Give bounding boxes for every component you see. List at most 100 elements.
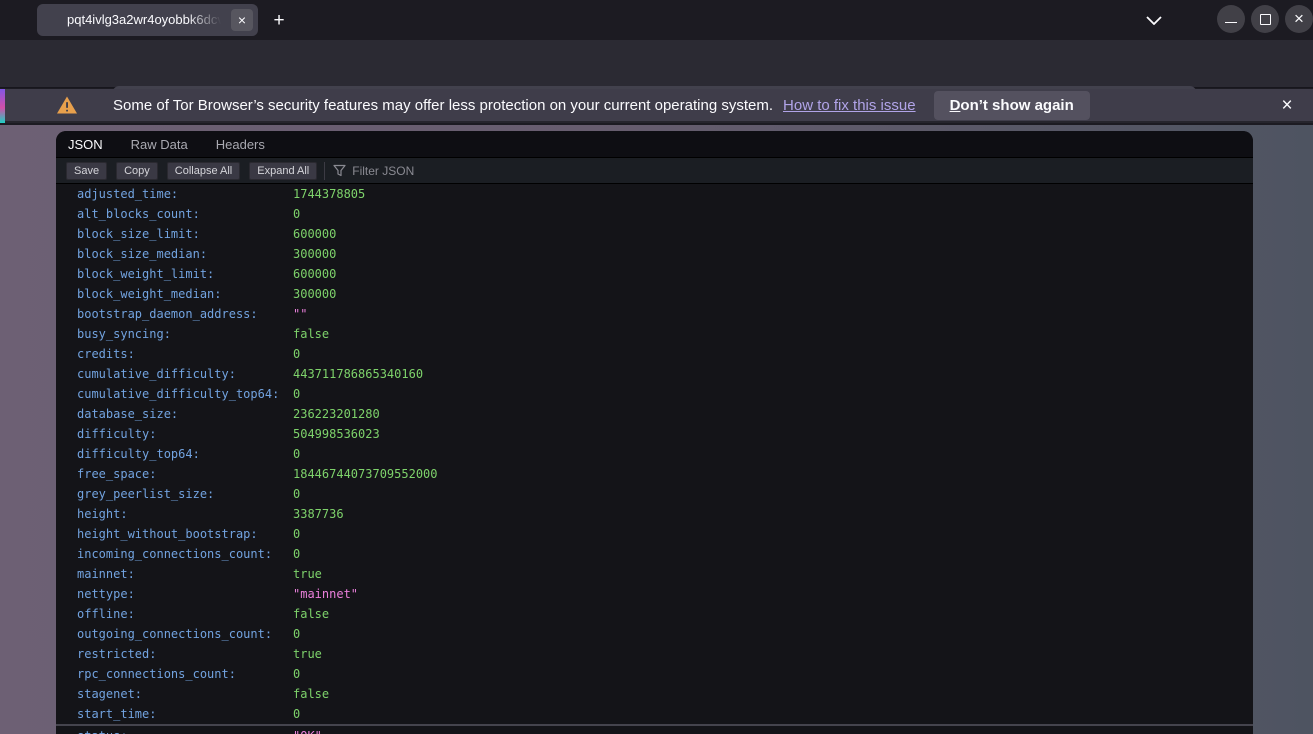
json-value: 600000 (293, 227, 336, 241)
json-value: 0 (293, 207, 300, 221)
window-maximize-button[interactable] (1251, 5, 1279, 33)
json-key: height_without_bootstrap: (77, 524, 293, 544)
json-value: 0 (293, 387, 300, 401)
json-key: stagenet: (77, 684, 293, 704)
notification-help-link[interactable]: How to fix this issue (783, 97, 916, 114)
json-row[interactable]: incoming_connections_count:0 (56, 544, 1253, 564)
window-close-button[interactable]: × (1285, 5, 1313, 33)
json-row[interactable]: difficulty:504998536023 (56, 424, 1253, 444)
json-row[interactable]: free_space:18446744073709552000 (56, 464, 1253, 484)
json-row[interactable]: credits:0 (56, 344, 1253, 364)
json-key: alt_blocks_count: (77, 204, 293, 224)
json-key: block_size_limit: (77, 224, 293, 244)
maximize-icon (1260, 14, 1271, 25)
notification-message: Some of Tor Browser’s security features … (113, 97, 773, 114)
json-value: 236223201280 (293, 407, 380, 421)
json-key: offline: (77, 604, 293, 624)
json-row[interactable]: height_without_bootstrap:0 (56, 524, 1253, 544)
json-key: nettype: (77, 584, 293, 604)
json-row[interactable]: cumulative_difficulty_top64:0 (56, 384, 1253, 404)
tab-json[interactable]: JSON (68, 137, 103, 152)
json-row[interactable]: block_size_median:300000 (56, 244, 1253, 264)
notification-accent-stripe (0, 89, 5, 123)
json-row[interactable]: offline:false (56, 604, 1253, 624)
json-key: incoming_connections_count: (77, 544, 293, 564)
json-row-partial[interactable]: status:"OK" (56, 726, 1253, 734)
json-value: 300000 (293, 247, 336, 261)
tab-title-wrap: pqt4ivlg3a2wr4oyobbk6dcvcfkkdyrwro3sbq2u… (67, 10, 227, 30)
json-key: start_time: (77, 704, 293, 724)
json-row[interactable]: start_time:0 (56, 704, 1253, 724)
filter-json-input[interactable] (352, 164, 652, 178)
json-viewer-tabs: JSON Raw Data Headers (56, 131, 1253, 158)
json-key: grey_peerlist_size: (77, 484, 293, 504)
json-row[interactable]: restricted:true (56, 644, 1253, 664)
dont-show-again-button[interactable]: Don’t show again (934, 91, 1090, 120)
json-value: 0 (293, 547, 300, 561)
json-viewer-toolbar: Save Copy Collapse All Expand All (56, 158, 1253, 184)
toolbar-separator (324, 162, 325, 180)
json-row[interactable]: busy_syncing:false (56, 324, 1253, 344)
copy-button[interactable]: Copy (116, 162, 158, 180)
warning-triangle-icon (56, 95, 78, 115)
json-row[interactable]: block_weight_median:300000 (56, 284, 1253, 304)
json-row[interactable]: rpc_connections_count:0 (56, 664, 1253, 684)
browser-tab[interactable]: pqt4ivlg3a2wr4oyobbk6dcvcfkkdyrwro3sbq2u… (37, 4, 258, 36)
browser-window: pqt4ivlg3a2wr4oyobbk6dcvcfkkdyrwro3sbq2u… (0, 0, 1313, 734)
json-value: 0 (293, 527, 300, 541)
json-row[interactable]: cumulative_difficulty:443711786865340160 (56, 364, 1253, 384)
json-row[interactable]: adjusted_time:1744378805 (56, 184, 1253, 204)
json-value: 504998536023 (293, 427, 380, 441)
json-key: busy_syncing: (77, 324, 293, 344)
json-key: block_weight_median: (77, 284, 293, 304)
json-key: difficulty: (77, 424, 293, 444)
json-row[interactable]: outgoing_connections_count:0 (56, 624, 1253, 644)
expand-all-button[interactable]: Expand All (249, 162, 317, 180)
collapse-all-button[interactable]: Collapse All (167, 162, 240, 180)
content-area: JSON Raw Data Headers Save Copy Collapse… (0, 125, 1313, 734)
json-value: true (293, 647, 322, 661)
tab-title-fade (187, 10, 227, 30)
json-key: status: (77, 726, 293, 734)
json-value: 0 (293, 667, 300, 681)
json-value: 600000 (293, 267, 336, 281)
json-row[interactable]: alt_blocks_count:0 (56, 204, 1253, 224)
json-value: "OK" (293, 729, 322, 734)
json-row[interactable]: block_size_limit:600000 (56, 224, 1253, 244)
json-value: "" (293, 307, 307, 321)
json-value: 0 (293, 627, 300, 641)
json-row[interactable]: mainnet:true (56, 564, 1253, 584)
json-key: cumulative_difficulty: (77, 364, 293, 384)
json-key: credits: (77, 344, 293, 364)
json-value: 300000 (293, 287, 336, 301)
json-key: bootstrap_daemon_address: (77, 304, 293, 324)
save-button[interactable]: Save (66, 162, 107, 180)
tab-headers[interactable]: Headers (216, 137, 265, 152)
json-value: 3387736 (293, 507, 344, 521)
json-row[interactable]: database_size:236223201280 (56, 404, 1253, 424)
new-tab-button[interactable]: + (266, 8, 292, 34)
tab-close-button[interactable]: × (231, 9, 253, 31)
json-key: outgoing_connections_count: (77, 624, 293, 644)
json-key: block_weight_limit: (77, 264, 293, 284)
tab-raw-data[interactable]: Raw Data (131, 137, 188, 152)
json-key: difficulty_top64: (77, 444, 293, 464)
json-row[interactable]: height:3387736 (56, 504, 1253, 524)
json-row[interactable]: bootstrap_daemon_address:"" (56, 304, 1253, 324)
list-all-tabs-button[interactable] (1140, 8, 1168, 32)
json-key: database_size: (77, 404, 293, 424)
notification-close-button[interactable]: × (1274, 93, 1300, 119)
security-notification-bar: Some of Tor Browser’s security features … (0, 89, 1313, 123)
chevron-down-icon (1146, 16, 1162, 25)
json-value: 0 (293, 487, 300, 501)
json-row[interactable]: stagenet:false (56, 684, 1253, 704)
json-value: 1744378805 (293, 187, 365, 201)
window-minimize-button[interactable] (1217, 5, 1245, 33)
json-row[interactable]: difficulty_top64:0 (56, 444, 1253, 464)
json-row[interactable]: grey_peerlist_size:0 (56, 484, 1253, 504)
json-row[interactable]: nettype:"mainnet" (56, 584, 1253, 604)
json-row[interactable]: block_weight_limit:600000 (56, 264, 1253, 284)
tab-bar: pqt4ivlg3a2wr4oyobbk6dcvcfkkdyrwro3sbq2u… (0, 0, 1313, 40)
json-viewer-panel: JSON Raw Data Headers Save Copy Collapse… (56, 131, 1253, 734)
json-value: 0 (293, 707, 300, 721)
